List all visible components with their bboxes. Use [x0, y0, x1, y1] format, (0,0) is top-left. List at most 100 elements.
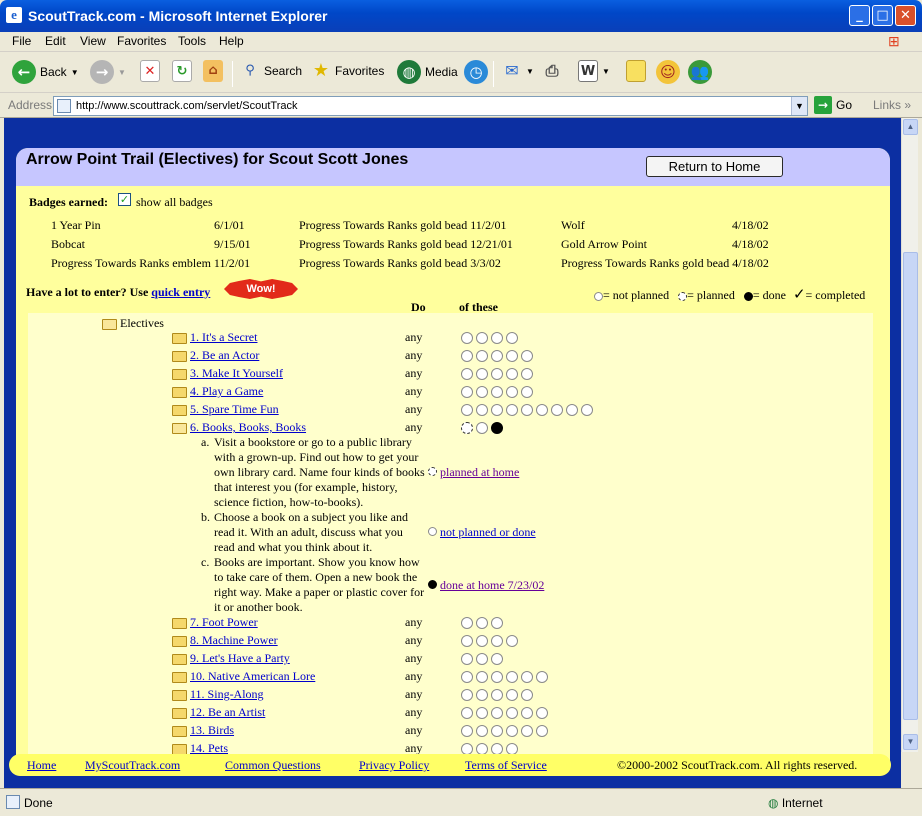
elective-item-expanded[interactable]: 6. Books, Books, Books [172, 420, 306, 435]
paw-icon[interactable] [461, 368, 473, 380]
elective-item[interactable]: 1. It's a Secret [172, 330, 257, 345]
paw-icon[interactable] [461, 332, 473, 344]
paw-icon[interactable] [491, 332, 503, 344]
paw-icon[interactable] [521, 368, 533, 380]
home-button[interactable]: ⌂ [203, 60, 223, 82]
minimize-button[interactable]: _ [849, 5, 870, 26]
paw-icon[interactable] [461, 725, 473, 737]
maximize-button[interactable]: □ [872, 5, 893, 26]
paw-icon[interactable] [491, 404, 503, 416]
status-link[interactable]: done at home 7/23/02 [440, 578, 544, 592]
paw-icon[interactable] [476, 386, 488, 398]
favorites-button[interactable]: ★ Favorites [311, 60, 384, 82]
quick-entry-link[interactable]: quick entry [151, 285, 210, 299]
paw-icon[interactable] [461, 635, 473, 647]
paw-icon[interactable] [506, 404, 518, 416]
back-button[interactable]: ← Back ▼ [12, 60, 79, 84]
paw-icon[interactable] [476, 707, 488, 719]
paw-icon[interactable] [506, 671, 518, 683]
paw-icon[interactable] [491, 386, 503, 398]
paw-icon[interactable] [476, 617, 488, 629]
paw-icon[interactable] [521, 671, 533, 683]
paw-icon[interactable] [506, 350, 518, 362]
return-home-button[interactable]: Return to Home [646, 156, 783, 177]
paw-icon[interactable] [506, 689, 518, 701]
menu-help[interactable]: Help [219, 34, 244, 48]
paw-icon[interactable] [491, 671, 503, 683]
links-toolbar[interactable]: Links » [873, 98, 911, 112]
paw-icon[interactable] [521, 707, 533, 719]
status-link[interactable]: planned at home [440, 465, 519, 479]
scroll-down-button[interactable]: ▼ [903, 734, 918, 750]
paw-icon[interactable] [461, 350, 473, 362]
paw-icon[interactable] [491, 368, 503, 380]
paw-icon[interactable] [491, 350, 503, 362]
elective-item[interactable]: 8. Machine Power [172, 633, 278, 648]
menu-tools[interactable]: Tools [178, 34, 206, 48]
show-all-badges-checkbox[interactable]: ✓ [118, 193, 131, 206]
elective-item[interactable]: 4. Play a Game [172, 384, 263, 399]
paw-icon[interactable] [521, 404, 533, 416]
paw-icon[interactable] [536, 707, 548, 719]
print-button[interactable]: ⎙ [542, 60, 562, 82]
elective-item[interactable]: 5. Spare Time Fun [172, 402, 279, 417]
paw-icon[interactable] [491, 635, 503, 647]
paw-icon[interactable] [461, 386, 473, 398]
paw-icon[interactable] [506, 707, 518, 719]
paw-icon[interactable] [491, 725, 503, 737]
paw-icon[interactable] [476, 350, 488, 362]
paw-icon[interactable] [536, 671, 548, 683]
close-button[interactable]: ✕ [895, 5, 916, 26]
paw-icon[interactable] [461, 671, 473, 683]
paw-icon[interactable] [491, 422, 503, 434]
paw-icon[interactable] [506, 368, 518, 380]
paw-icon[interactable] [461, 707, 473, 719]
status-link[interactable]: not planned or done [440, 525, 536, 539]
menu-edit[interactable]: Edit [45, 34, 66, 48]
paw-icon[interactable] [506, 725, 518, 737]
elective-item[interactable]: 11. Sing-Along [172, 687, 264, 702]
vertical-scrollbar[interactable]: ▲ ▼ [901, 118, 918, 752]
menu-file[interactable]: File [12, 34, 31, 48]
elective-item[interactable]: 13. Birds [172, 723, 234, 738]
discuss-button[interactable] [626, 60, 646, 82]
menu-favorites[interactable]: Favorites [117, 34, 166, 48]
paw-icon[interactable] [461, 404, 473, 416]
footer-privacy-link[interactable]: Privacy Policy [359, 758, 429, 773]
paw-icon[interactable] [521, 350, 533, 362]
edit-button[interactable]: W ▼ [578, 60, 610, 82]
history-button[interactable]: ◷ [464, 60, 488, 84]
search-button[interactable]: ⚲ Search [240, 60, 302, 82]
paw-icon[interactable] [506, 635, 518, 647]
elective-item[interactable]: 12. Be an Artist [172, 705, 265, 720]
media-button[interactable]: ◍ Media [397, 60, 458, 84]
paw-icon[interactable] [506, 332, 518, 344]
paw-icon[interactable] [461, 422, 473, 434]
paw-icon[interactable] [491, 707, 503, 719]
paw-icon[interactable] [521, 386, 533, 398]
elective-item[interactable]: 3. Make It Yourself [172, 366, 283, 381]
go-button[interactable]: → Go [814, 96, 852, 114]
paw-icon[interactable] [536, 725, 548, 737]
paw-icon[interactable] [506, 386, 518, 398]
elective-item[interactable]: 9. Let's Have a Party [172, 651, 290, 666]
forward-button[interactable]: → ▼ [90, 60, 126, 84]
elective-item[interactable]: 2. Be an Actor [172, 348, 259, 363]
paw-icon[interactable] [461, 689, 473, 701]
footer-myscouttrack-link[interactable]: MyScoutTrack.com [85, 758, 180, 773]
paw-icon[interactable] [476, 653, 488, 665]
stop-button[interactable]: ✕ [140, 60, 160, 82]
paw-icon[interactable] [521, 689, 533, 701]
paw-icon[interactable] [476, 671, 488, 683]
elective-item[interactable]: 10. Native American Lore [172, 669, 315, 684]
tree-root[interactable]: Electives [102, 316, 164, 331]
elective-item[interactable]: 7. Foot Power [172, 615, 258, 630]
address-input[interactable]: http://www.scouttrack.com/servlet/ScoutT… [53, 96, 808, 116]
scroll-up-button[interactable]: ▲ [903, 119, 918, 135]
paw-icon[interactable] [476, 725, 488, 737]
paw-icon[interactable] [521, 725, 533, 737]
paw-icon[interactable] [476, 689, 488, 701]
paw-icon[interactable] [476, 422, 488, 434]
paw-icon[interactable] [581, 404, 593, 416]
paw-icon[interactable] [491, 617, 503, 629]
